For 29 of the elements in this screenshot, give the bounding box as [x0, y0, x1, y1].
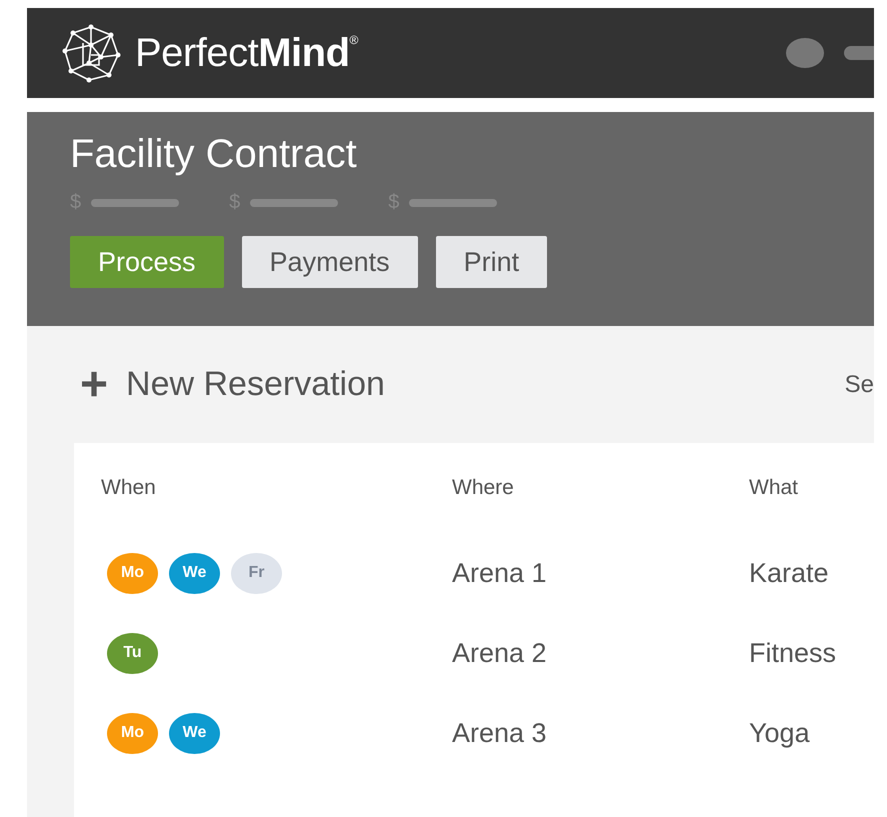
- currency-sign: $: [229, 191, 240, 214]
- action-button[interactable]: Process: [70, 236, 224, 288]
- day-badge: Mo: [107, 712, 158, 754]
- currency-sign: $: [388, 191, 400, 214]
- action-button[interactable]: Payments: [242, 236, 418, 288]
- table-cell-text: Karate: [749, 558, 830, 588]
- column-header: Where: [452, 476, 515, 500]
- day-badge: Tu: [107, 632, 158, 674]
- new-reservation-link[interactable]: New Reservation: [126, 365, 385, 404]
- day-badge: We: [169, 552, 220, 594]
- table-cell-text: Fitness: [749, 638, 838, 668]
- table-cell-text: Arena 1: [452, 558, 548, 588]
- table-cell-text: Arena 3: [452, 718, 548, 748]
- table-cell-text: Yoga: [749, 718, 811, 748]
- day-badge: We: [169, 712, 220, 754]
- brand-name: PerfectMind$^{®}$: [135, 30, 358, 76]
- cut-off-text: Se: [844, 370, 874, 398]
- column-header: When: [101, 476, 157, 500]
- logo-icon: [61, 23, 121, 83]
- avatar-placeholder: [786, 38, 824, 68]
- currency-sign: $: [70, 191, 82, 214]
- column-header: What: [749, 476, 800, 500]
- day-badge: Fr: [231, 552, 282, 594]
- day-badge: Mo: [107, 552, 158, 594]
- text-placeholder: [844, 46, 874, 60]
- contract-title: Facility Contract: [70, 132, 358, 177]
- action-button[interactable]: Print: [436, 236, 548, 288]
- plus-icon: +: [80, 360, 108, 408]
- table-cell-text: Arena 2: [452, 638, 548, 668]
